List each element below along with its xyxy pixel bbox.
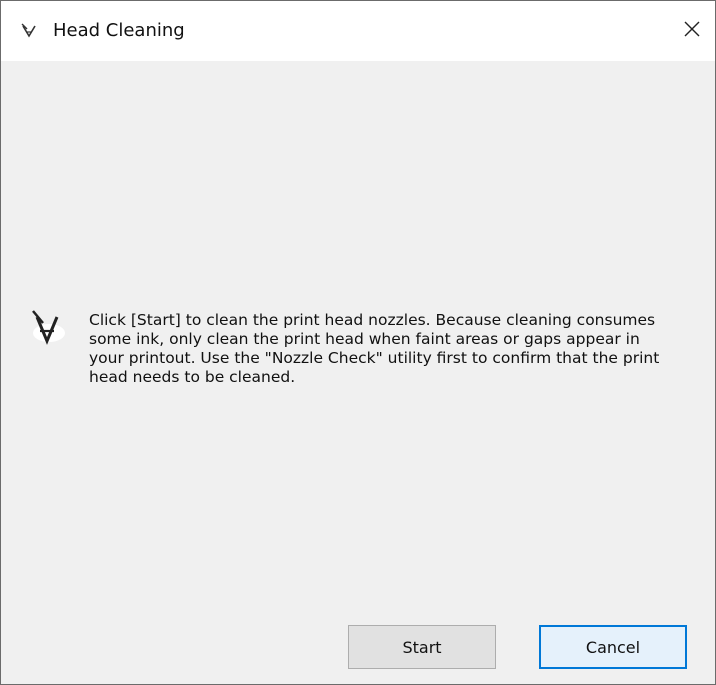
- title-bar[interactable]: Head Cleaning: [1, 1, 715, 61]
- close-button[interactable]: [669, 1, 715, 61]
- dialog-body: Click [Start] to clean the print head no…: [1, 61, 715, 684]
- printer-head-icon: [21, 23, 37, 39]
- head-cleaning-dialog: Head Cleaning Click [Start] to clean the…: [0, 0, 716, 685]
- cancel-button[interactable]: Cancel: [539, 625, 687, 669]
- instruction-message: Click [Start] to clean the print head no…: [89, 311, 660, 386]
- start-button[interactable]: Start: [348, 625, 496, 669]
- printer-head-icon: [27, 307, 67, 347]
- window-title: Head Cleaning: [53, 20, 185, 41]
- close-icon: [683, 20, 701, 42]
